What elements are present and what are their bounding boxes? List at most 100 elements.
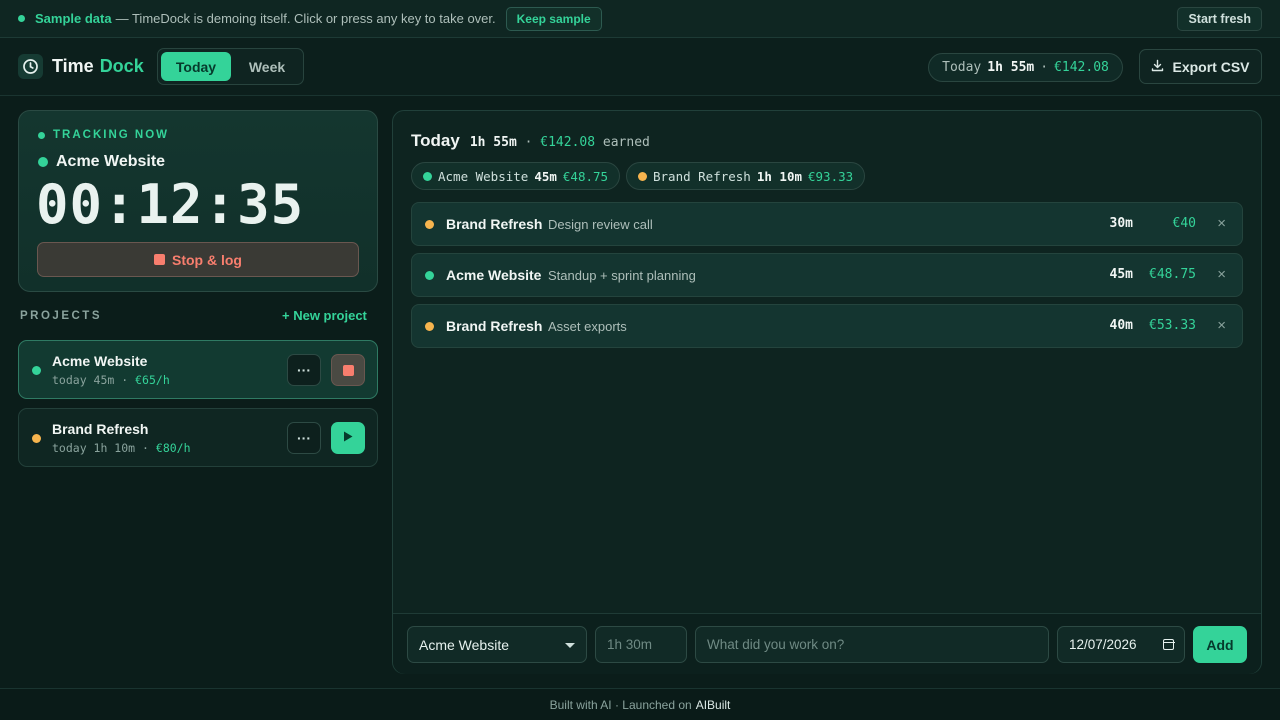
tracking-project: Acme Website [38, 153, 165, 171]
project-card-acme[interactable]: Acme Website today 45m · €65/h ··· [18, 340, 378, 399]
project-rate: €65/h [135, 373, 170, 387]
tracking-label-text: TRACKING NOW [53, 129, 169, 141]
panel-subtitle: 1h 55m · €142.08 earned [470, 135, 650, 150]
chip-time: 1h 10m [756, 168, 802, 184]
banner-strong: Sample data [35, 11, 112, 26]
project-summary-chip: Brand Refresh 1h 10m €93.33 [626, 162, 866, 190]
new-project-button[interactable]: + New project [282, 308, 367, 323]
delete-icon[interactable]: × [1217, 215, 1226, 232]
chevron-down-icon [565, 643, 575, 648]
meta-separator: · [142, 441, 149, 455]
description-input[interactable]: What did you work on? [695, 626, 1049, 663]
project-select-value: Acme Website [419, 636, 509, 653]
summary-time: 1h 55m [987, 60, 1035, 75]
panel-title: Today [411, 131, 460, 150]
project-today: today 1h 10m [52, 441, 136, 455]
tab-week[interactable]: Week [234, 52, 300, 81]
entry-amount: €40 [1172, 216, 1196, 231]
live-dot [38, 131, 45, 139]
footer-text: Built with AI · Launched on [549, 697, 692, 712]
entry-project: Brand Refresh [446, 216, 543, 232]
time-entry-row: Brand Refresh Asset exports 40m €53.33 × [411, 304, 1243, 348]
entry-description: Standup + sprint planning [548, 268, 696, 283]
view-toggle: Today Week [157, 48, 304, 85]
time-entry-row: Brand Refresh Design review call 30m €40… [411, 202, 1243, 246]
clock-icon [18, 54, 43, 79]
start-fresh-button[interactable]: Start fresh [1177, 7, 1262, 31]
project-today: today 45m [52, 373, 115, 387]
project-rate: €80/h [155, 441, 191, 455]
project-color-dot [425, 220, 434, 229]
stop-label: Stop & log [172, 251, 242, 268]
banner-text: — TimeDock is demoing itself. Click or p… [115, 11, 496, 26]
summary-separator: · [1040, 60, 1049, 75]
tab-today[interactable]: Today [161, 52, 231, 81]
calendar-icon[interactable] [1162, 639, 1175, 650]
panel-header: Today 1h 55m · €142.08 earned [411, 131, 650, 151]
meta-separator: · [121, 373, 129, 387]
today-summary: Today 1h 55m · €142.08 [928, 53, 1123, 82]
title-separator: · [524, 135, 533, 150]
project-card-brand[interactable]: Brand Refresh today 1h 10m · €80/h ··· [18, 408, 378, 467]
project-name: Acme Website [52, 353, 148, 369]
entry-project: Acme Website [446, 267, 542, 283]
projects-heading: PROJECTS [20, 310, 102, 322]
export-csv-button[interactable]: Export CSV [1139, 49, 1262, 84]
project-name: Brand Refresh [52, 421, 149, 437]
stop-icon [342, 364, 354, 376]
chip-amount: €93.33 [808, 168, 854, 184]
duration-input[interactable]: 1h 30m [595, 626, 687, 663]
footer: Built with AI · Launched on AIBuilt [0, 688, 1280, 720]
entry-amount: €53.33 [1149, 318, 1196, 333]
project-color-dot [32, 434, 41, 443]
logo-main: Time [52, 56, 94, 76]
entry-amount: €48.75 [1149, 267, 1196, 282]
project-select[interactable]: Acme Website [407, 626, 587, 663]
footer-brand-link[interactable]: AIBuilt [696, 698, 731, 712]
summary-label: Today [942, 60, 982, 75]
more-options-button[interactable]: ··· [287, 354, 321, 386]
entry-duration: 30m [1109, 216, 1133, 231]
chip-time: 45m [534, 168, 557, 184]
project-color-dot [423, 171, 432, 181]
status-dot [18, 15, 25, 22]
download-icon [1151, 59, 1164, 75]
more-options-button[interactable]: ··· [287, 422, 321, 454]
stop-icon [154, 254, 165, 265]
project-meta: today 45m · €65/h [52, 373, 170, 387]
delete-icon[interactable]: × [1217, 317, 1226, 334]
project-meta: today 1h 10m · €80/h [52, 441, 191, 455]
chip-project: Brand Refresh [653, 168, 751, 184]
add-entry-form: Acme Website 1h 30m What did you work on… [393, 613, 1261, 674]
date-input[interactable]: 12/07/2026 [1057, 626, 1185, 663]
earned-label: earned [602, 135, 650, 150]
start-project-button[interactable] [331, 422, 365, 454]
entries-panel: Today 1h 55m · €142.08 earned Acme Websi… [392, 110, 1262, 674]
stop-project-button[interactable] [331, 354, 365, 386]
export-label: Export CSV [1172, 58, 1250, 75]
play-icon [343, 429, 353, 447]
add-entry-button[interactable]: Add [1193, 626, 1247, 663]
earned-amount: €142.08 [540, 135, 596, 150]
entry-description: Design review call [548, 217, 653, 232]
project-color-dot [425, 271, 434, 280]
tracking-project-name: Acme Website [56, 153, 166, 170]
entry-project: Brand Refresh [446, 318, 543, 334]
project-summary-chip: Acme Website 45m €48.75 [411, 162, 621, 190]
project-color-dot [425, 322, 434, 331]
keep-sample-button[interactable]: Keep sample [505, 6, 602, 31]
entry-duration: 40m [1109, 318, 1133, 333]
delete-icon[interactable]: × [1217, 266, 1226, 283]
entry-duration: 45m [1109, 267, 1133, 282]
total-time: 1h 55m [469, 135, 517, 150]
entry-description: Asset exports [548, 319, 627, 334]
logo-accent: Dock [99, 56, 144, 76]
tracking-label: TRACKING NOW [38, 129, 169, 141]
chip-project: Acme Website [438, 168, 529, 184]
project-color-dot [38, 157, 48, 167]
stop-and-log-button[interactable]: Stop & log [37, 242, 359, 277]
app-header: Time Dock Today Week Today 1h 55m · €142.… [0, 38, 1280, 96]
summary-amount: €142.08 [1054, 60, 1109, 75]
time-entry-row: Acme Website Standup + sprint planning 4… [411, 253, 1243, 297]
chip-amount: €48.75 [562, 168, 609, 184]
